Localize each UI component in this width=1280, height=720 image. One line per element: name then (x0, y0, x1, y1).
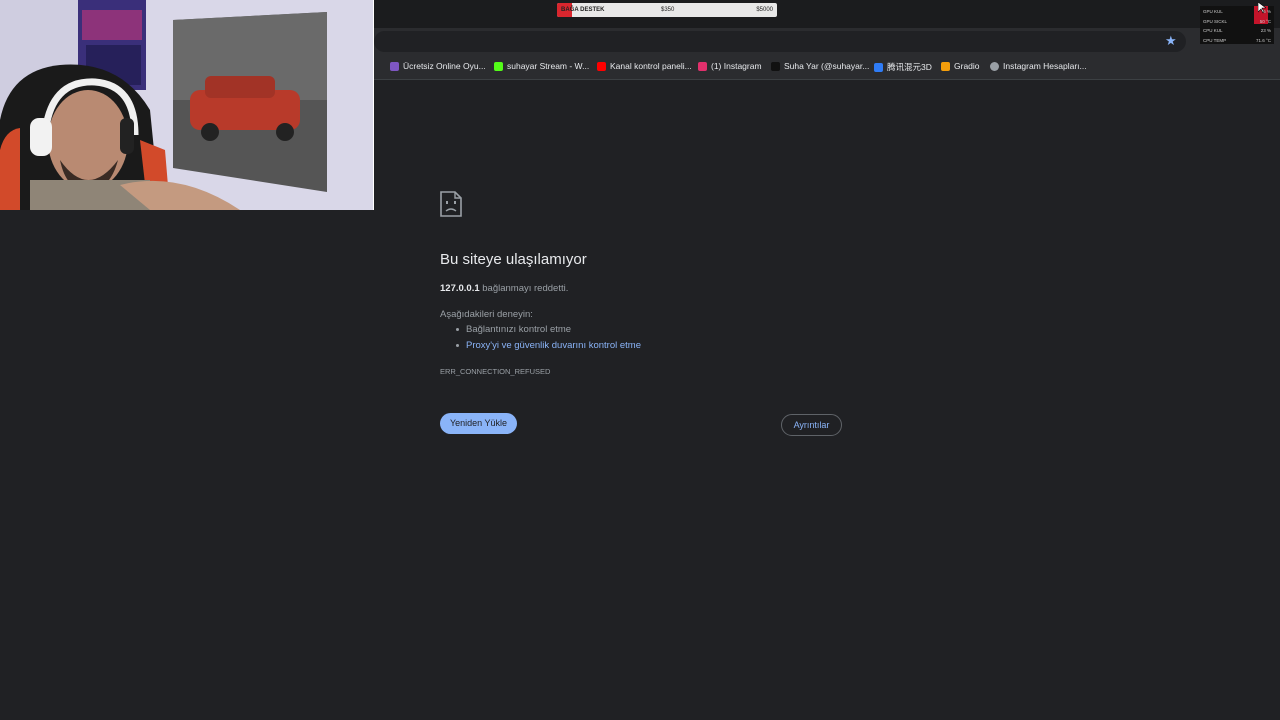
details-button[interactable]: Ayrıntılar (781, 414, 842, 436)
instagram-icon (698, 61, 707, 71)
stat-label: GPU SICKL (1203, 18, 1228, 24)
suggestion-check-connection: Bağlantınızı kontrol etme (466, 324, 572, 335)
bookmark-item[interactable]: (1) Instagram (698, 61, 762, 71)
address-bar[interactable] (374, 31, 1186, 52)
error-message-text: bağlanmayı reddetti. (482, 283, 569, 294)
reload-button[interactable]: Yeniden Yükle (440, 413, 517, 434)
tiktok-icon (771, 61, 780, 71)
mouse-cursor-icon (1258, 2, 1266, 14)
suggestion-check-proxy-link[interactable]: Proxy'yi ve güvenlik duvarını kontrol et… (466, 340, 641, 351)
bookmark-label: Instagram Hesapları... (1003, 61, 1087, 71)
kick-icon (494, 61, 503, 71)
suggestion-bullet (456, 344, 459, 347)
bookmark-item[interactable]: Ücretsiz Online Oyu... (390, 61, 486, 71)
bookmark-item[interactable]: Gradio (941, 61, 980, 71)
stat-label: CPU KUL (1203, 28, 1223, 33)
youtube-icon (597, 61, 606, 71)
stat-value: 71.6 °C (1255, 37, 1271, 43)
bookmark-label: Ücretsiz Online Oyu... (403, 61, 486, 71)
stat-row: GPU SICKL 50 °C (1203, 19, 1271, 24)
stat-value: 50 °C (1259, 18, 1271, 24)
bookmark-label: 腾讯混元3D (887, 62, 932, 72)
webcam-image (0, 0, 373, 210)
bookmark-star-icon[interactable]: ★ (1165, 33, 1177, 49)
hunyuan-icon (874, 62, 883, 72)
error-host: 127.0.0.1 (440, 283, 480, 294)
donation-label: BAĞA DESTEK (561, 7, 605, 13)
donation-current: $350 (661, 7, 675, 13)
donation-goal-bar: BAĞA DESTEK $350 $5000 (557, 3, 777, 17)
gradio-icon (941, 61, 950, 71)
error-code: ERR_CONNECTION_REFUSED (440, 367, 551, 376)
bookmark-label: Gradio (954, 61, 980, 71)
bookmark-label: suhayar Stream - W... (507, 61, 590, 71)
bookmark-label: Kanal kontrol paneli... (610, 61, 692, 71)
webcam-overlay (0, 0, 374, 210)
error-message: 127.0.0.1 bağlanmayı reddetti. (440, 283, 568, 294)
bookmark-item[interactable]: suhayar Stream - W... (494, 61, 589, 71)
bookmark-item[interactable]: Instagram Hesapları... (990, 61, 1087, 71)
bookmark-label: Suha Yar (@suhayar... (784, 61, 870, 71)
purple-game-icon (390, 61, 399, 71)
donation-goal: $5000 (756, 7, 773, 13)
bookmark-item[interactable]: Kanal kontrol paneli... (597, 61, 692, 71)
stat-label: GPU KUL (1203, 9, 1223, 14)
try-label: Aşağıdakileri deneyin: (440, 309, 533, 320)
sad-page-icon (440, 191, 462, 217)
bookmark-item[interactable]: 腾讯混元3D (874, 61, 932, 73)
bookmark-item[interactable]: Suha Yar (@suhayar... (771, 61, 869, 71)
stat-row: CPU KUL 23 % (1203, 28, 1271, 33)
stat-label: CPU TEMP (1203, 37, 1227, 43)
error-title: Bu siteye ulaşılamıyor (440, 251, 587, 268)
bookmark-label: (1) Instagram (711, 61, 762, 71)
stat-value: 23 % (1260, 28, 1271, 33)
globe-icon (990, 61, 999, 71)
suggestion-bullet (456, 328, 459, 331)
stat-row: CPU TEMP 71.6 °C (1203, 38, 1271, 43)
